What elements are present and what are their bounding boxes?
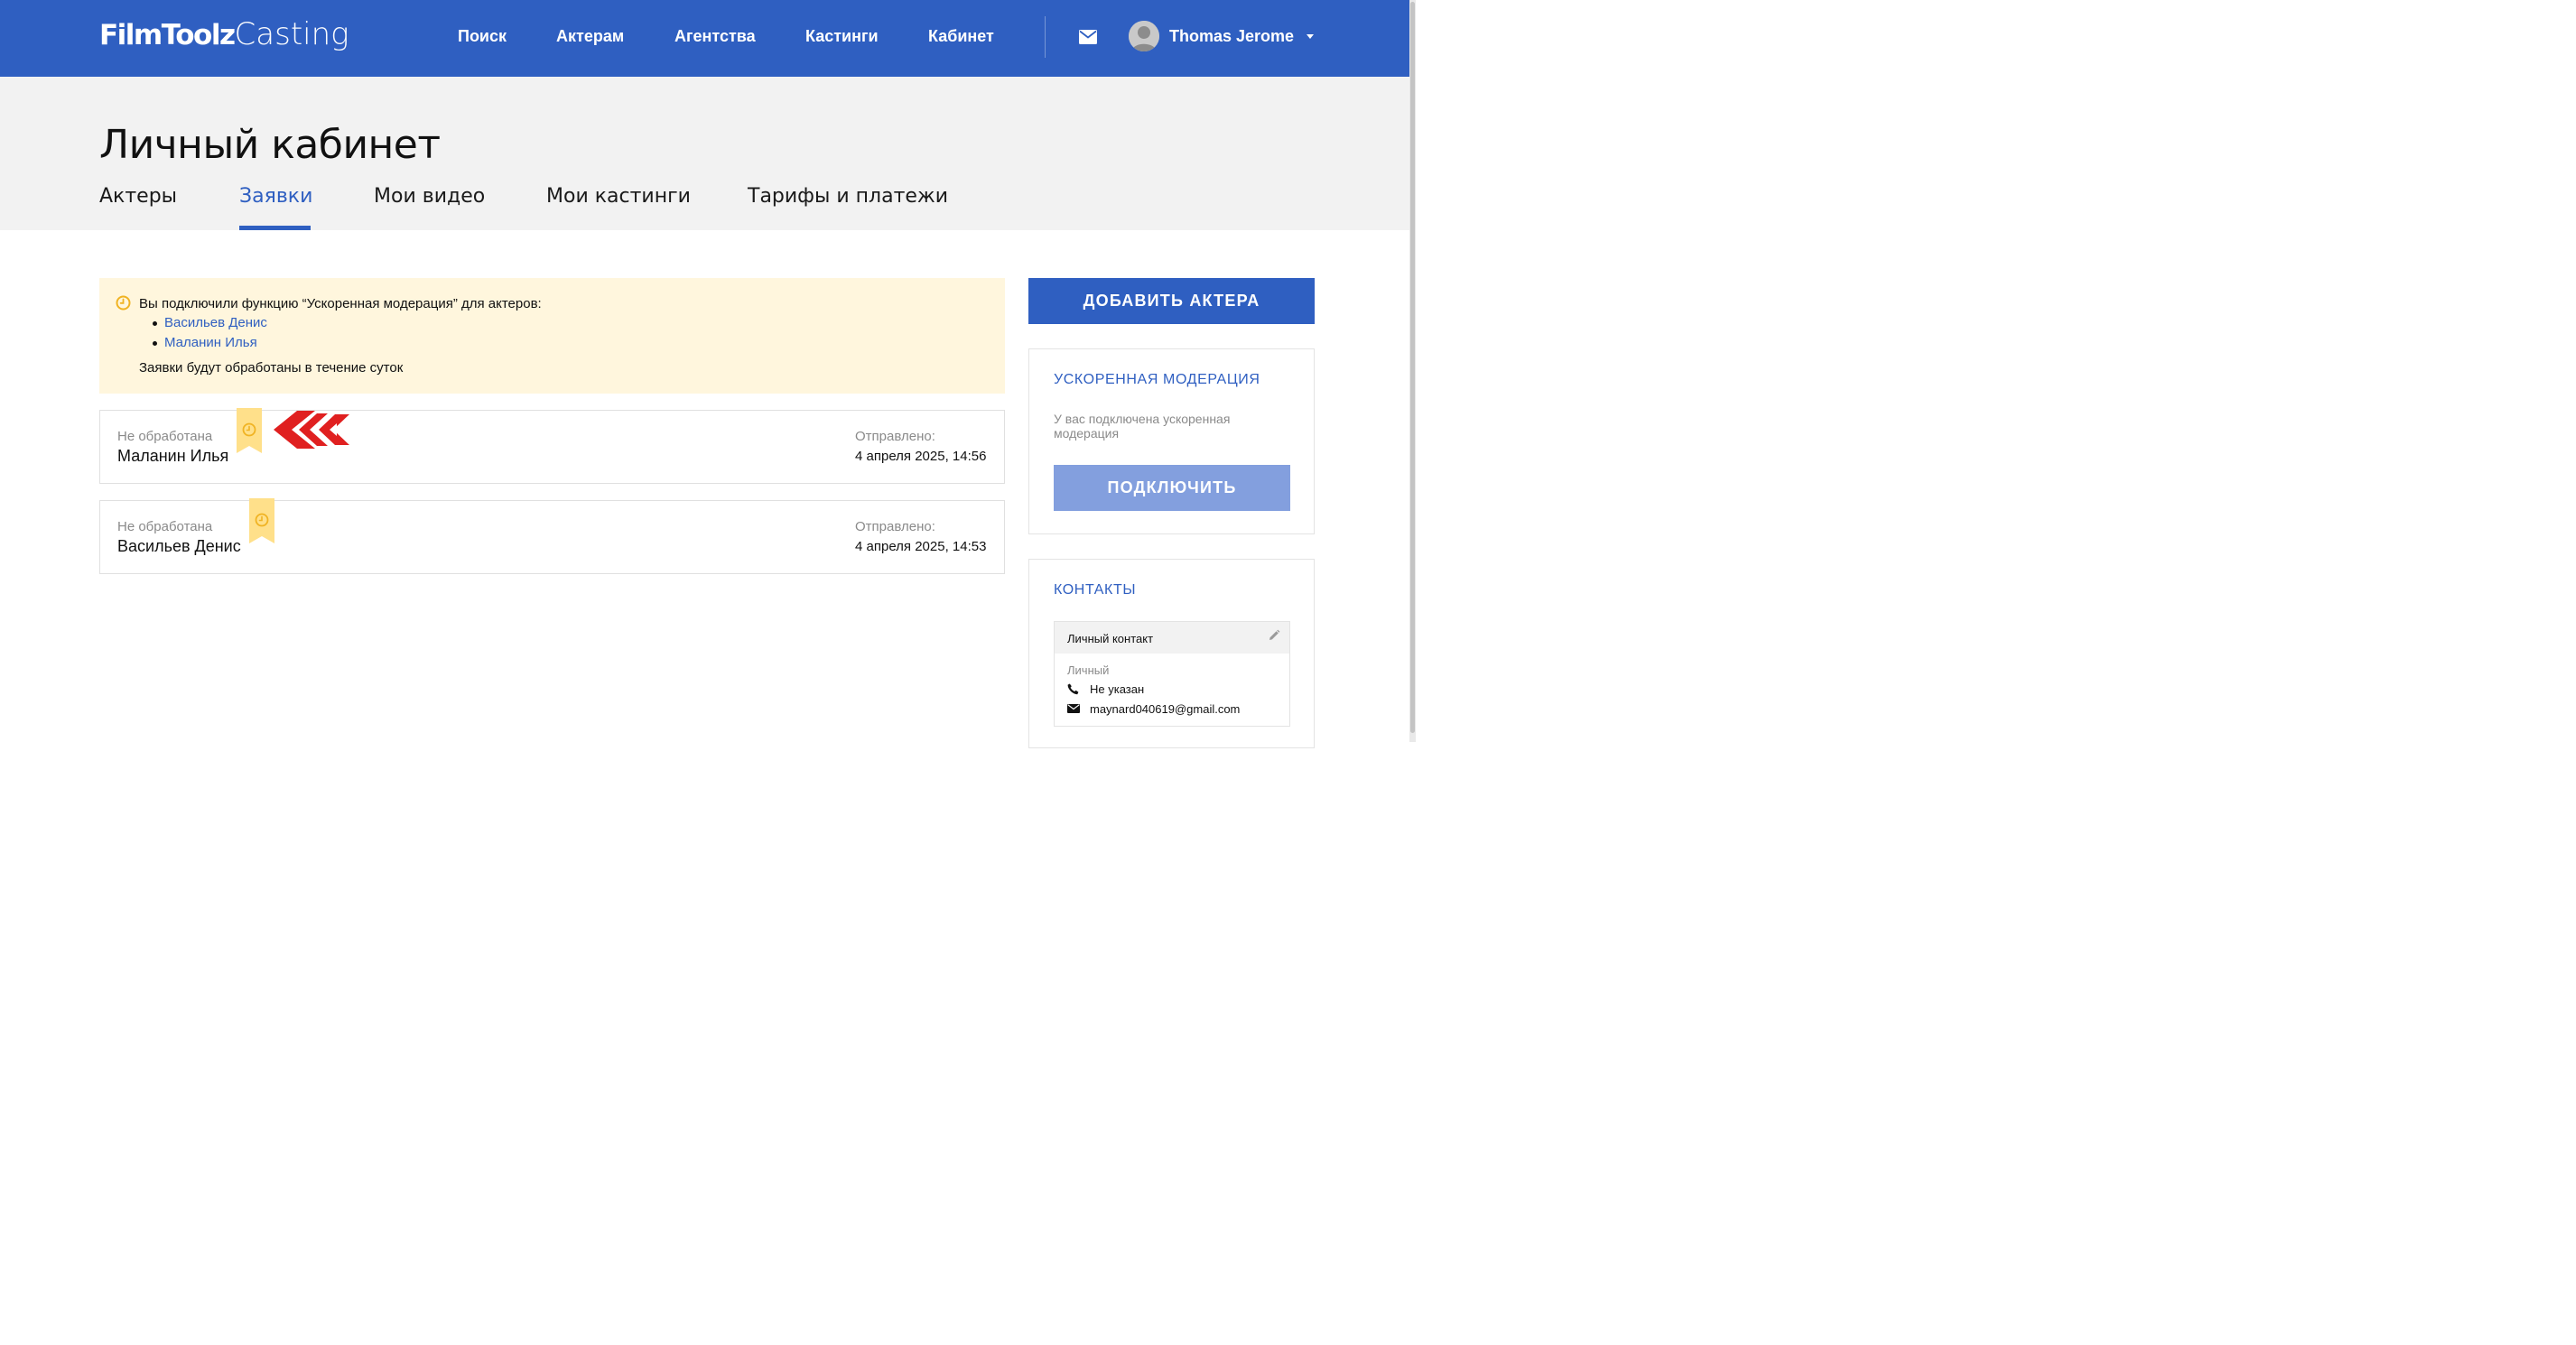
fast-moderation-panel: УСКОРЕННАЯ МОДЕРАЦИЯ У вас подключена ус… bbox=[1028, 348, 1315, 534]
application-actor-name: Маланин Илья bbox=[117, 447, 229, 465]
chevron-down-icon[interactable] bbox=[1307, 34, 1314, 39]
application-sent-date: 4 апреля 2025, 14:53 bbox=[855, 539, 987, 554]
application-card[interactable]: Не обработана Маланин Илья Отправлено: 4… bbox=[99, 408, 1005, 484]
nav-actors[interactable]: Актерам bbox=[556, 27, 624, 46]
nav-agencies[interactable]: Агентства bbox=[674, 27, 756, 46]
moderation-notice: Вы подключили функцию “Ускоренная модера… bbox=[99, 278, 1005, 394]
contact-card-header: Личный контакт bbox=[1055, 622, 1289, 654]
scrollbar-thumb[interactable] bbox=[1410, 2, 1415, 733]
logo-light-text: Casting bbox=[234, 16, 349, 52]
add-actor-button[interactable]: ДОБАВИТЬ АКТЕРА bbox=[1028, 278, 1315, 324]
triple-chevron-left-icon bbox=[274, 411, 349, 449]
phone-icon bbox=[1067, 683, 1079, 695]
contacts-panel: КОНТАКТЫ Личный контакт Личный Не указан… bbox=[1028, 559, 1315, 748]
notice-message: Вы подключили функцию “Ускоренная модера… bbox=[139, 296, 542, 311]
application-status: Не обработана bbox=[117, 429, 213, 444]
envelope-icon[interactable] bbox=[1079, 30, 1097, 44]
page-scrollbar[interactable] bbox=[1409, 0, 1416, 742]
application-sent-label: Отправлено: bbox=[855, 519, 935, 534]
notice-actor-link[interactable]: Васильев Денис bbox=[153, 316, 267, 336]
envelope-icon bbox=[1067, 704, 1080, 713]
nav-cabinet[interactable]: Кабинет bbox=[928, 27, 994, 46]
application-card[interactable]: Не обработана Васильев Денис Отправлено:… bbox=[99, 498, 1005, 574]
tab-actors[interactable]: Актеры bbox=[99, 185, 177, 208]
filmtoolz-logo[interactable]: FilmToolzCasting bbox=[99, 16, 349, 54]
logo-bold-text: FilmToolz bbox=[99, 19, 236, 51]
tab-applications[interactable]: Заявки bbox=[239, 185, 312, 208]
contact-type-label: Личный bbox=[1067, 663, 1110, 677]
top-navbar: FilmToolzCasting Поиск Актерам Агентства… bbox=[0, 0, 1416, 77]
fast-moderation-description: У вас подключена ускоренная модерация bbox=[1054, 412, 1231, 441]
notice-actor-list: Васильев Денис Маланин Илья bbox=[153, 316, 267, 356]
notice-footer: Заявки будут обработаны в течение суток bbox=[139, 360, 404, 376]
application-sent-label: Отправлено: bbox=[855, 429, 935, 444]
user-silhouette-icon bbox=[1129, 21, 1159, 51]
tab-my-videos[interactable]: Мои видео bbox=[374, 185, 485, 208]
page-title: Личный кабинет bbox=[99, 122, 441, 168]
contact-phone: Не указан bbox=[1090, 682, 1145, 696]
contact-card-title: Личный контакт bbox=[1067, 632, 1154, 645]
user-avatar[interactable] bbox=[1129, 21, 1159, 51]
bookmark-ribbon-icon bbox=[249, 498, 274, 543]
clock-icon bbox=[116, 295, 131, 311]
application-sent-date: 4 апреля 2025, 14:56 bbox=[855, 449, 987, 464]
contact-email[interactable]: maynard040619@gmail.com bbox=[1090, 702, 1240, 716]
active-tab-indicator bbox=[239, 226, 311, 230]
fast-moderation-title: УСКОРЕННАЯ МОДЕРАЦИЯ bbox=[1054, 372, 1260, 387]
pencil-edit-icon[interactable] bbox=[1268, 629, 1280, 642]
application-actor-name: Васильев Денис bbox=[117, 537, 241, 555]
contact-card: Личный контакт Личный Не указан maynard0… bbox=[1054, 621, 1290, 727]
nav-search[interactable]: Поиск bbox=[458, 27, 507, 46]
tab-tariffs-payments[interactable]: Тарифы и платежи bbox=[748, 185, 948, 208]
nav-castings[interactable]: Кастинги bbox=[805, 27, 879, 46]
nav-divider bbox=[1045, 16, 1046, 58]
tab-my-castings[interactable]: Мои кастинги bbox=[546, 185, 691, 208]
application-status: Не обработана bbox=[117, 519, 213, 534]
connect-button[interactable]: ПОДКЛЮЧИТЬ bbox=[1054, 465, 1290, 511]
contacts-title: КОНТАКТЫ bbox=[1054, 582, 1137, 598]
bookmark-ribbon-icon bbox=[237, 408, 262, 453]
notice-actor-link[interactable]: Маланин Илья bbox=[153, 336, 267, 356]
user-menu-name[interactable]: Thomas Jerome bbox=[1169, 27, 1294, 46]
